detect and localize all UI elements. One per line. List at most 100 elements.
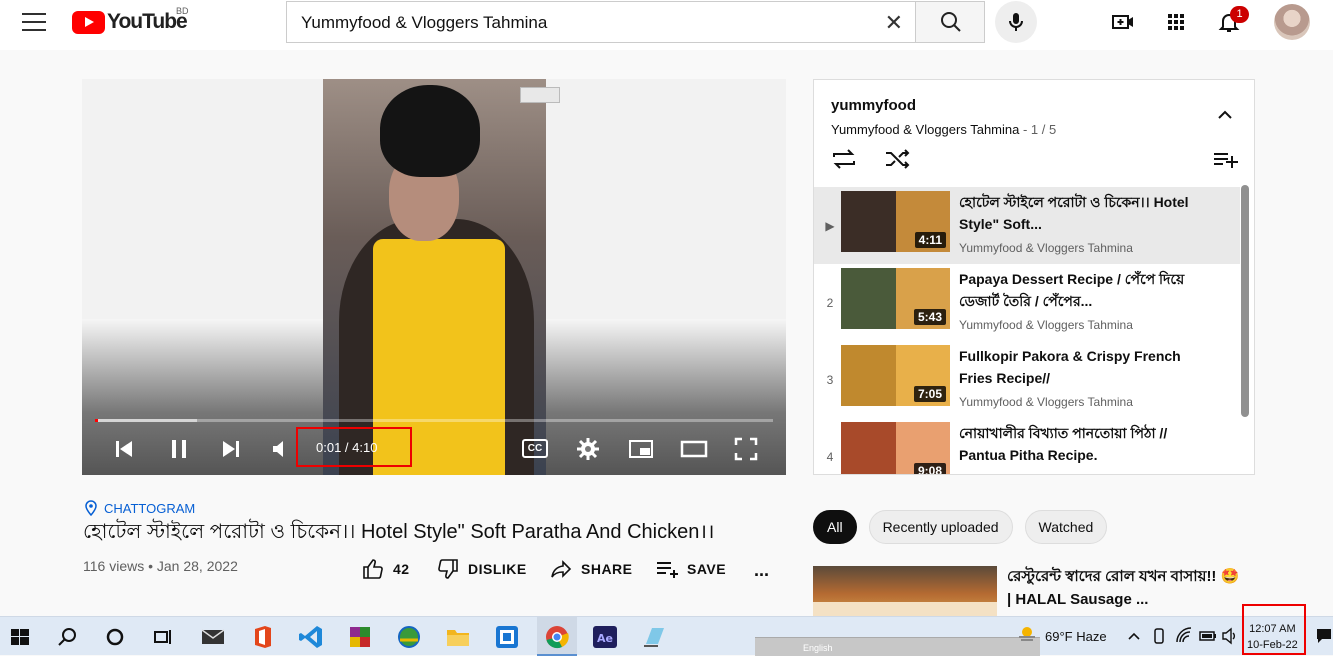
save-button[interactable]: SAVE [655, 557, 726, 581]
search-query[interactable]: Yummyfood & Vloggers Tahmina [301, 13, 547, 33]
theater-mode-icon[interactable] [680, 437, 708, 461]
search-input[interactable]: Yummyfood & Vloggers Tahmina ✕ [286, 1, 916, 43]
share-button[interactable]: SHARE [549, 557, 633, 581]
shuffle-icon[interactable] [884, 148, 912, 170]
windows-start-icon[interactable] [7, 624, 33, 650]
volume-icon[interactable] [270, 437, 294, 461]
chrome-icon [546, 626, 569, 649]
playlist-item-thumbnail[interactable]: 7:05 [841, 345, 950, 406]
recommended-title[interactable]: রেস্টুরেন্ট স্বাদের রোল যখন বাসায়!! 🤩 |… [1007, 565, 1242, 611]
mail-icon[interactable] [200, 624, 226, 650]
video-player[interactable]: 0:01 / 4:10 CC [82, 79, 786, 475]
collapse-chevron-icon[interactable] [1216, 106, 1234, 124]
playlist-item-channel[interactable]: Yummyfood & Vloggers Tahmina [959, 395, 1133, 409]
search-button[interactable] [915, 1, 985, 43]
search-icon [941, 12, 961, 32]
playlist-add-icon[interactable] [1212, 148, 1240, 170]
playlist-item-title[interactable]: Papaya Dessert Recipe / পেঁপে দিয়ে ডেজা… [959, 268, 1189, 312]
menu-icon[interactable] [22, 13, 46, 31]
weather-haze-icon [1019, 627, 1035, 641]
recommended-thumbnail[interactable] [813, 566, 997, 616]
office-icon[interactable] [250, 624, 276, 650]
playlist-position: - 1 / 5 [1019, 122, 1057, 137]
thumbnail-left-half [841, 345, 896, 406]
miniplayer-icon[interactable] [628, 437, 654, 461]
location-text: CHATTOGRAM [104, 500, 196, 516]
playlist-item-thumbnail[interactable]: 5:43 [841, 268, 950, 329]
thumbnail-left-half [841, 191, 896, 252]
microphone-icon [1009, 13, 1023, 31]
country-code: BD [176, 6, 189, 16]
file-explorer-icon[interactable] [445, 624, 471, 650]
loop-icon[interactable] [830, 148, 858, 170]
pause-icon[interactable] [167, 437, 191, 461]
clear-search-icon[interactable]: ✕ [885, 10, 903, 36]
share-label: SHARE [581, 561, 633, 577]
action-center-icon[interactable] [1316, 627, 1332, 645]
notification-badge: 1 [1230, 6, 1249, 23]
usb-device-icon[interactable] [1151, 627, 1167, 645]
dislike-button[interactable]: DISLIKE [436, 557, 527, 581]
playlist-item[interactable]: ▶ 4:11 হোটেল স্টাইলে পরোটা ও চিকেন।। Hotel… [814, 187, 1240, 264]
cortana-icon[interactable] [102, 624, 128, 650]
network-globe-icon[interactable] [396, 624, 422, 650]
chrome-app-slot[interactable] [537, 617, 577, 656]
notes-app-icon[interactable] [641, 624, 667, 650]
voice-search-button[interactable] [995, 1, 1037, 43]
apps-grid-icon[interactable] [1164, 10, 1188, 34]
chip-all[interactable]: All [813, 510, 857, 544]
winrar-icon[interactable] [347, 624, 373, 650]
playlist-item-index: ▶ [825, 219, 835, 233]
playlist-item-channel[interactable]: Yummyfood & Vloggers Tahmina [959, 241, 1133, 255]
captions-button[interactable]: CC [522, 439, 548, 458]
settings-gear-icon[interactable] [576, 437, 600, 461]
chip-recently-uploaded[interactable]: Recently uploaded [868, 510, 1013, 544]
task-view-icon[interactable] [150, 624, 176, 650]
ad-info-icon[interactable] [520, 87, 560, 103]
playlist-item-channel[interactable]: Yummyfood & Vloggers Tahmina [959, 318, 1133, 332]
playlist-item[interactable]: 4 9:08 নোয়াখালীর বিখ্যাত পানতোয়া পিঠা //… [814, 418, 1240, 474]
app-frame-icon[interactable] [494, 624, 520, 650]
wifi-icon[interactable] [1175, 627, 1193, 645]
save-label: SAVE [687, 561, 727, 577]
playlist-item[interactable]: 2 5:43 Papaya Dessert Recipe / পেঁপে দিয়ে… [814, 264, 1240, 341]
next-icon[interactable] [219, 437, 243, 461]
account-avatar[interactable] [1274, 4, 1310, 40]
previous-icon[interactable] [112, 437, 136, 461]
battery-icon[interactable] [1198, 628, 1218, 644]
location-link[interactable]: CHATTOGRAM [84, 500, 195, 516]
playlist-item-index: 3 [826, 373, 834, 387]
speaker-volume-icon[interactable] [1221, 627, 1239, 645]
playlist-item-title[interactable]: হোটেল স্টাইলে পরোটা ও চিকেন।। Hotel Styl… [959, 191, 1189, 235]
create-video-icon[interactable] [1111, 10, 1135, 34]
playlist-item-title[interactable]: Fullkopir Pakora & Crispy French Fries R… [959, 345, 1189, 389]
playlist-item-thumbnail[interactable]: 4:11 [841, 191, 950, 252]
playlist-item-thumbnail[interactable]: 9:08 [841, 422, 950, 474]
youtube-logo[interactable]: YouTube BD [72, 6, 189, 34]
taskbar-search-icon[interactable] [55, 624, 81, 650]
video-chef-hat [380, 85, 480, 177]
video-title: হোটেল স্টাইলে পরোটা ও চিকেন।। Hotel Styl… [83, 521, 715, 543]
weather-text[interactable]: 69°F Haze [1045, 629, 1107, 644]
like-button[interactable]: 42 [361, 557, 410, 581]
playlist-scrollbar[interactable] [1241, 185, 1249, 417]
progress-bar[interactable] [95, 419, 773, 422]
playlist-item-title[interactable]: নোয়াখালীর বিখ্যাত পানতোয়া পিঠা // Pant… [959, 422, 1189, 466]
clock-highlight-box [1242, 604, 1306, 655]
thumbnail-left-half [841, 268, 896, 329]
time-highlight-box [296, 427, 412, 467]
show-hidden-icons-chevron-icon[interactable] [1127, 630, 1141, 642]
more-actions-icon[interactable]: ... [754, 560, 769, 581]
thumbnail-food-strip [813, 602, 997, 616]
chip-watched[interactable]: Watched [1024, 510, 1108, 544]
playlist-panel: yummyfood Yummyfood & Vloggers Tahmina -… [813, 79, 1255, 475]
video-frame [323, 79, 546, 475]
playlist-item[interactable]: 3 7:05 Fullkopir Pakora & Crispy French Fr… [814, 341, 1240, 418]
playlist-item-channel[interactable]: Yummyfood & Vloggers Tahmina [959, 472, 1133, 474]
after-effects-icon[interactable]: Ae [592, 624, 618, 650]
playlist-channel[interactable]: Yummyfood & Vloggers Tahmina [831, 122, 1019, 137]
vscode-icon[interactable] [298, 624, 324, 650]
playlist-title[interactable]: yummyfood [831, 97, 916, 114]
language-bar[interactable]: English [755, 637, 1040, 656]
fullscreen-icon[interactable] [734, 437, 758, 461]
